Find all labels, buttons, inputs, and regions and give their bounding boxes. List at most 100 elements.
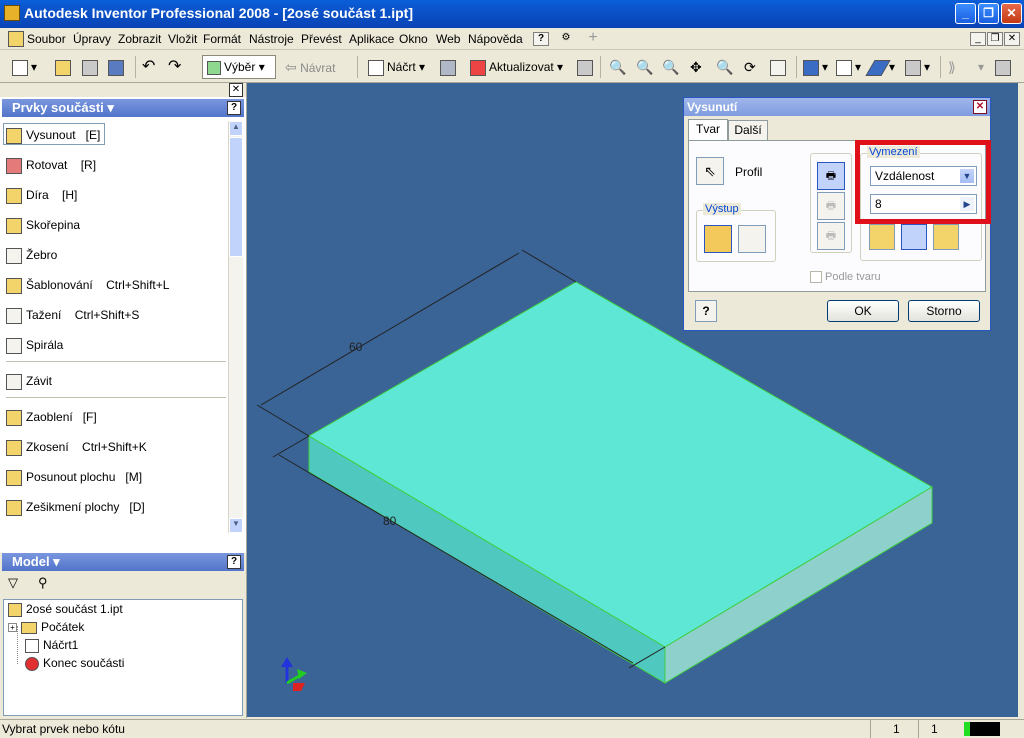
menu-format[interactable]: Formát [203,32,241,46]
output-surface-icon[interactable] [738,225,766,253]
feature-thread[interactable]: Závit [6,370,52,392]
direction-two-icon[interactable] [901,224,927,250]
tree-item-part[interactable]: 2osé součást 1.ipt [8,600,123,618]
plus-icon[interactable]: + [585,30,601,46]
whats-this-icon[interactable]: ⚙ [558,32,574,46]
back-button[interactable]: ⇦ Návrat [285,57,335,77]
menu-soubor[interactable]: Soubor [27,32,66,46]
tab-shape[interactable]: Tvar [688,119,728,141]
rib-icon [6,247,22,264]
output-solid-icon[interactable] [704,225,732,253]
restore-button[interactable]: ❐ [978,3,999,24]
menu-web[interactable]: Web [436,32,460,46]
feature-hole[interactable]: Díra [H] [6,184,77,206]
features-help-icon[interactable]: ? [227,101,241,115]
feature-rib[interactable]: Žebro [6,244,57,266]
find-binoculars-icon[interactable]: ⚲ [38,575,48,591]
menu-okno[interactable]: Okno [399,32,428,46]
feature-coil[interactable]: Spirála [6,334,63,356]
redo-icon[interactable]: ↷ [168,57,181,77]
dialog-title-bar[interactable]: Vysunutí ✕ [684,98,990,116]
feature-chamfer[interactable]: Zkosení Ctrl+Shift+K [6,436,147,458]
feature-move-face[interactable]: Posunout plochu [M] [6,466,142,488]
direction-one-icon[interactable] [869,224,895,250]
tree-item-sketch[interactable]: Náčrt1 [25,636,78,654]
zoom-selected-icon[interactable]: 🔍 [716,57,733,77]
dialog-help-button[interactable]: ? [695,300,717,322]
measure-icon[interactable] [577,57,596,77]
mdi-minimize-button[interactable]: _ [970,32,986,46]
model-help-icon[interactable]: ? [227,555,241,569]
tree-item-origin[interactable]: + Počátek [8,618,84,636]
save-icon[interactable] [108,57,127,77]
match-shape-checkbox[interactable]: Podle tvaru [810,271,881,284]
sketch-tool-icon[interactable] [440,57,459,77]
undo-icon[interactable]: ↶ [142,57,155,77]
select-dropdown[interactable]: Výběr ▾ [202,55,276,79]
display-mode-icon[interactable]: ▾ [803,57,828,77]
tab-more[interactable]: Další [728,120,768,140]
open-icon[interactable] [55,57,74,77]
expand-icon[interactable]: + [8,623,17,633]
join-icon[interactable]: 🖶 [817,162,845,190]
features-scrollbar[interactable]: ▲ ▼ [228,121,243,533]
feature-shell[interactable]: Skořepina [6,214,80,236]
feature-fillet[interactable]: Zaoblení [F] [6,406,97,428]
filter-icon[interactable]: ▽ [8,575,18,591]
panel-close-icon[interactable]: ✕ [229,83,243,97]
dim-length-value[interactable]: 80 [383,514,397,528]
features-panel-header[interactable]: Prvky součásti ▾ ? [2,99,244,117]
pan-icon[interactable]: ✥ [690,57,702,77]
forward-icon[interactable]: ⟫ [948,57,956,77]
symmetric-icon[interactable] [933,224,959,250]
cancel-button[interactable]: Storno [908,300,980,322]
feature-sweep[interactable]: Tažení Ctrl+Shift+S [6,304,139,326]
menu-vlozit[interactable]: Vložit [168,32,197,46]
intersect-icon[interactable]: 🖶 [817,222,845,250]
rotate-icon[interactable]: ⟳ [744,57,756,77]
material-icon[interactable] [995,57,1014,77]
cut-icon[interactable]: 🖶 [817,192,845,220]
minimize-button[interactable]: _ [955,3,976,24]
sketch-button[interactable]: Náčrt ▾ [368,57,425,77]
menu-aplikace[interactable]: Aplikace [349,32,394,46]
mdi-close-button[interactable]: ✕ [1004,32,1020,46]
close-button[interactable]: ✕ [1001,3,1022,24]
help-icon[interactable]: ? [533,32,549,46]
section-icon[interactable]: ▾ [905,57,930,77]
zoom-window-icon[interactable]: 🔍 [636,57,653,77]
shadow-icon[interactable]: ▾ [865,57,895,77]
model-panel: Model ▾ ? ▽ ⚲ 2osé součást 1.ipt + Počáte… [0,553,247,718]
dim-width-value[interactable]: 60 [349,340,363,354]
menu-napoveda[interactable]: Nápověda [468,32,523,46]
menu-upravy[interactable]: Úpravy [73,32,111,46]
scrollbar-thumb[interactable] [229,137,243,257]
camera-icon[interactable]: ▾ [836,57,861,77]
new-icon[interactable]: ▾ [12,57,37,77]
feature-loft[interactable]: Šablonování Ctrl+Shift+L [6,274,169,296]
menu-prevest[interactable]: Převést [301,32,342,46]
look-at-icon[interactable] [770,57,789,77]
zoom-icon[interactable]: 🔍 [662,57,679,77]
feature-face-draft[interactable]: Zešikmení plochy [D] [6,496,145,518]
update-button[interactable]: Aktualizovat ▾ [470,57,563,77]
scroll-down-icon[interactable]: ▼ [229,518,243,533]
project-icon[interactable] [82,57,101,77]
scroll-up-icon[interactable]: ▲ [229,121,243,136]
menu-zobrazit[interactable]: Zobrazit [118,32,161,46]
toolbar-separator [600,56,601,78]
ifeature-icon[interactable]: ▾ [978,57,984,77]
profile-select-button[interactable]: ⇖ [696,157,724,185]
ok-button[interactable]: OK [827,300,899,322]
mdi-restore-button[interactable]: ❐ [987,32,1003,46]
box-top-face[interactable] [308,281,933,648]
model-panel-header[interactable]: Model ▾ ? [2,553,244,571]
coordinate-triad-icon [281,657,307,691]
feature-revolve[interactable]: Rotovat [R] [6,154,96,176]
dialog-close-button[interactable]: ✕ [973,100,987,114]
zoom-all-icon[interactable]: 🔍 [609,57,626,77]
dialog-title: Vysunutí [687,100,738,114]
menu-nastroje[interactable]: Nástroje [249,32,294,46]
tree-item-end-of-part[interactable]: Konec součásti [25,654,124,672]
feature-extrude[interactable]: Vysunout [E] [3,123,106,145]
